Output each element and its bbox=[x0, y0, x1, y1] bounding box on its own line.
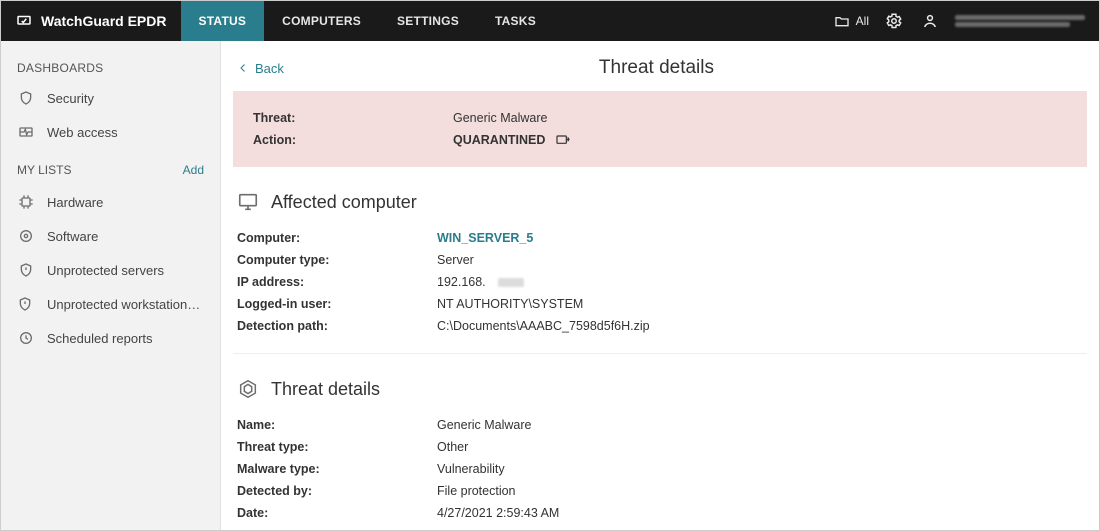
page-title: Threat details bbox=[599, 57, 764, 79]
row-value: 192.168. bbox=[437, 275, 524, 289]
row-value: Other bbox=[437, 440, 468, 454]
tab-label: TASKS bbox=[495, 14, 536, 28]
row-key: IP address: bbox=[237, 275, 437, 289]
sidebar-item-software[interactable]: Software bbox=[1, 219, 220, 253]
chevron-left-icon bbox=[237, 62, 249, 74]
tab-label: SETTINGS bbox=[397, 14, 459, 28]
topbar-right: All bbox=[834, 10, 1099, 32]
brand: WatchGuard EPDR bbox=[1, 12, 181, 30]
row-value: 4/27/2021 2:59:43 AM bbox=[437, 506, 559, 520]
row-key: Name: bbox=[237, 418, 437, 432]
sidebar-item-unprotected-workstations[interactable]: Unprotected workstations... bbox=[1, 287, 220, 321]
sidebar-item-label: Security bbox=[47, 91, 94, 106]
warning-shield-icon bbox=[17, 296, 35, 312]
sidebar-item-label: Software bbox=[47, 229, 98, 244]
tab-settings[interactable]: SETTINGS bbox=[379, 1, 477, 41]
sidebar-section-dashboards: DASHBOARDS bbox=[1, 55, 220, 81]
row-key: Detection path: bbox=[237, 319, 437, 333]
sidebar-item-label: Web access bbox=[47, 125, 118, 140]
sidebar-item-label: Unprotected servers bbox=[47, 263, 164, 278]
shield-icon bbox=[17, 90, 35, 106]
tab-computers[interactable]: COMPUTERS bbox=[264, 1, 379, 41]
section-threat-details: Threat details Name: Generic Malware Thr… bbox=[233, 372, 1087, 530]
ip-redacted bbox=[498, 278, 524, 287]
alert-threat-value: Generic Malware bbox=[453, 111, 547, 125]
hardware-icon bbox=[17, 194, 35, 210]
row-value: C:\Documents\AAABC_7598d5f6H.zip bbox=[437, 319, 650, 333]
row-value: Server bbox=[437, 253, 474, 267]
settings-gear-icon[interactable] bbox=[883, 10, 905, 32]
sidebar-item-security[interactable]: Security bbox=[1, 81, 220, 115]
sidebar-item-web-access[interactable]: Web access bbox=[1, 115, 220, 149]
row-key: Computer: bbox=[237, 231, 437, 245]
section-title: Affected computer bbox=[271, 192, 417, 213]
row-value: File protection bbox=[437, 484, 516, 498]
web-access-icon bbox=[17, 124, 35, 140]
monitor-icon bbox=[237, 191, 259, 213]
tab-tasks[interactable]: TASKS bbox=[477, 1, 554, 41]
sidebar-item-scheduled-reports[interactable]: Scheduled reports bbox=[1, 321, 220, 355]
back-link[interactable]: Back bbox=[237, 61, 284, 76]
row-key: Detected by: bbox=[237, 484, 437, 498]
row-value: Vulnerability bbox=[437, 462, 505, 476]
sidebar-section-mylists: MY LISTS bbox=[17, 163, 71, 177]
folder-icon bbox=[834, 13, 850, 29]
row-key: Computer type: bbox=[237, 253, 437, 267]
add-list-link[interactable]: Add bbox=[183, 163, 204, 177]
sidebar-item-hardware[interactable]: Hardware bbox=[1, 185, 220, 219]
back-label: Back bbox=[255, 61, 284, 76]
sidebar-item-label: Hardware bbox=[47, 195, 103, 210]
filter-all[interactable]: All bbox=[834, 13, 869, 29]
content-header: Back Threat details bbox=[221, 41, 1099, 91]
row-value: Generic Malware bbox=[437, 418, 531, 432]
divider bbox=[233, 353, 1087, 354]
software-icon bbox=[17, 228, 35, 244]
section-title: Threat details bbox=[271, 379, 380, 400]
row-value: NT AUTHORITY\SYSTEM bbox=[437, 297, 583, 311]
account-name-redacted bbox=[955, 15, 1085, 27]
top-tabs: STATUS COMPUTERS SETTINGS TASKS bbox=[181, 1, 554, 41]
clock-icon bbox=[17, 330, 35, 346]
tab-status[interactable]: STATUS bbox=[181, 1, 265, 41]
row-key: Threat type: bbox=[237, 440, 437, 454]
row-key: Logged-in user: bbox=[237, 297, 437, 311]
row-key: Malware type: bbox=[237, 462, 437, 476]
sidebar-item-label: Unprotected workstations... bbox=[47, 297, 202, 312]
sidebar: DASHBOARDS Security Web access MY LISTS … bbox=[1, 41, 221, 530]
threat-alert-banner: Threat: Generic Malware Action: QUARANTI… bbox=[233, 91, 1087, 167]
alert-action-text: QUARANTINED bbox=[453, 133, 545, 147]
brand-logo-icon bbox=[15, 12, 33, 30]
brand-name: WatchGuard EPDR bbox=[41, 13, 167, 29]
filter-label: All bbox=[856, 14, 869, 28]
ip-visible: 192.168. bbox=[437, 275, 486, 289]
radar-icon bbox=[237, 378, 259, 400]
sidebar-item-label: Scheduled reports bbox=[47, 331, 153, 346]
section-affected-computer: Affected computer Computer: WIN_SERVER_5… bbox=[233, 185, 1087, 343]
content: Back Threat details Threat: Generic Malw… bbox=[221, 41, 1099, 530]
tab-label: COMPUTERS bbox=[282, 14, 361, 28]
computer-link[interactable]: WIN_SERVER_5 bbox=[437, 231, 533, 245]
row-key: Date: bbox=[237, 506, 437, 520]
tab-label: STATUS bbox=[199, 14, 247, 28]
alert-action-key: Action: bbox=[253, 133, 453, 147]
topbar: WatchGuard EPDR STATUS COMPUTERS SETTING… bbox=[1, 1, 1099, 41]
sidebar-item-unprotected-servers[interactable]: Unprotected servers bbox=[1, 253, 220, 287]
warning-shield-icon bbox=[17, 262, 35, 278]
user-icon[interactable] bbox=[919, 10, 941, 32]
alert-action-value: QUARANTINED bbox=[453, 133, 571, 147]
alert-threat-key: Threat: bbox=[253, 111, 453, 125]
restore-icon[interactable] bbox=[555, 133, 571, 147]
